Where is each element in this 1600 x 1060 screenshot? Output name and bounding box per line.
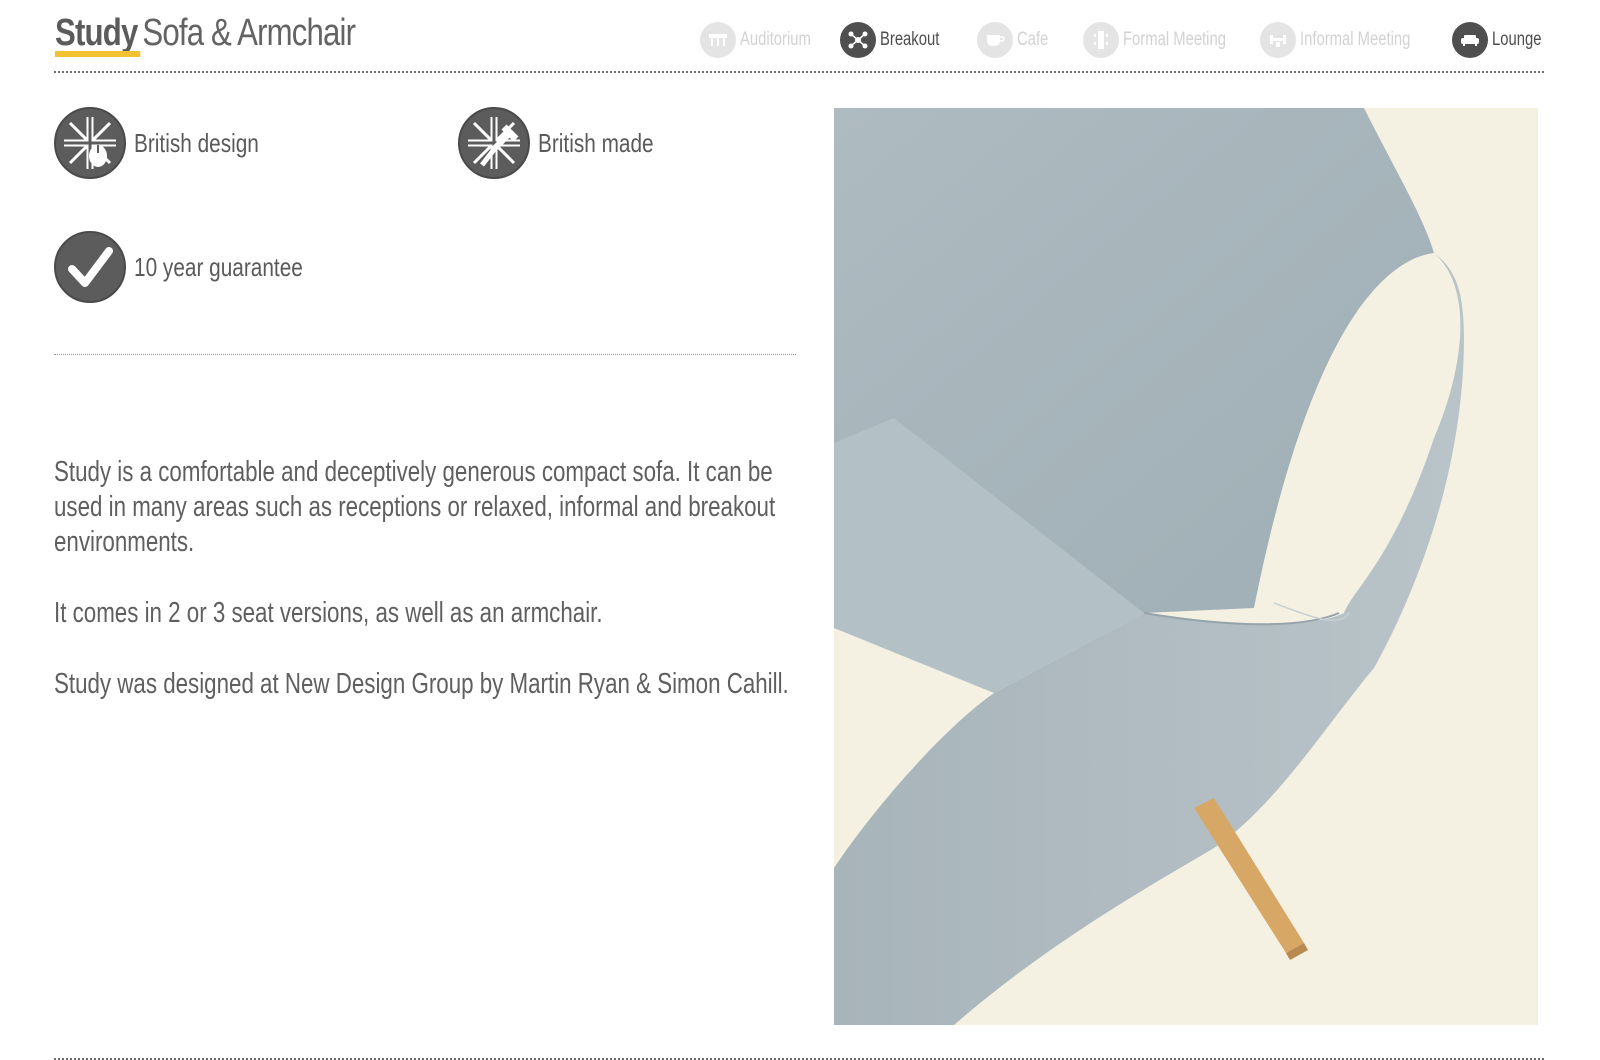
nav-item-informal-meeting[interactable]: Informal Meeting xyxy=(1260,20,1442,60)
feature-label: British made xyxy=(538,127,654,158)
product-brand-name: Study xyxy=(55,8,140,58)
feature-label: 10 year guarantee xyxy=(134,251,303,282)
lounge-sofa-icon xyxy=(1452,22,1488,58)
nav-label-formal-meeting: Formal Meeting xyxy=(1123,29,1226,50)
product-type: Sofa & Armchair xyxy=(142,12,356,54)
nav-item-lounge[interactable]: Lounge xyxy=(1452,20,1555,60)
product-photo xyxy=(834,108,1538,1025)
formal-meeting-icon xyxy=(1083,22,1119,58)
nav-label-auditorium: Auditorium xyxy=(740,29,811,50)
description-paragraph: Study was designed at New Design Group b… xyxy=(54,668,789,700)
description-paragraph: It comes in 2 or 3 seat versions, as wel… xyxy=(54,597,603,629)
nav-label-informal-meeting: Informal Meeting xyxy=(1300,29,1411,50)
british-made-icon xyxy=(458,107,530,179)
nav-item-formal-meeting[interactable]: Formal Meeting xyxy=(1083,20,1255,60)
nav-label-lounge: Lounge xyxy=(1492,29,1542,50)
nav-item-breakout[interactable]: Breakout xyxy=(840,20,956,60)
environment-nav: Auditorium Breakout Cafe Formal Meeting … xyxy=(700,20,1546,60)
informal-meeting-icon xyxy=(1260,22,1296,58)
description-paragraph: Study is a comfortable and deceptively g… xyxy=(54,456,776,558)
nav-item-cafe[interactable]: Cafe xyxy=(977,20,1057,60)
british-design-icon xyxy=(54,107,126,179)
breakout-icon xyxy=(840,22,876,58)
feature-label: British design xyxy=(134,127,259,158)
page-title: Study Sofa & Armchair xyxy=(55,8,356,58)
feature-british-design: British design xyxy=(54,107,290,179)
checkmark-icon xyxy=(54,231,126,303)
product-description: Study is a comfortable and deceptively g… xyxy=(54,455,793,738)
header-divider xyxy=(54,71,1544,73)
feature-british-made: British made xyxy=(458,107,683,179)
auditorium-icon xyxy=(700,22,736,58)
feature-guarantee: 10 year guarantee xyxy=(54,231,345,303)
section-divider xyxy=(54,354,796,355)
cafe-cup-icon xyxy=(977,22,1013,58)
nav-label-cafe: Cafe xyxy=(1017,29,1049,50)
nav-item-auditorium[interactable]: Auditorium xyxy=(700,20,831,60)
nav-label-breakout: Breakout xyxy=(880,29,940,50)
